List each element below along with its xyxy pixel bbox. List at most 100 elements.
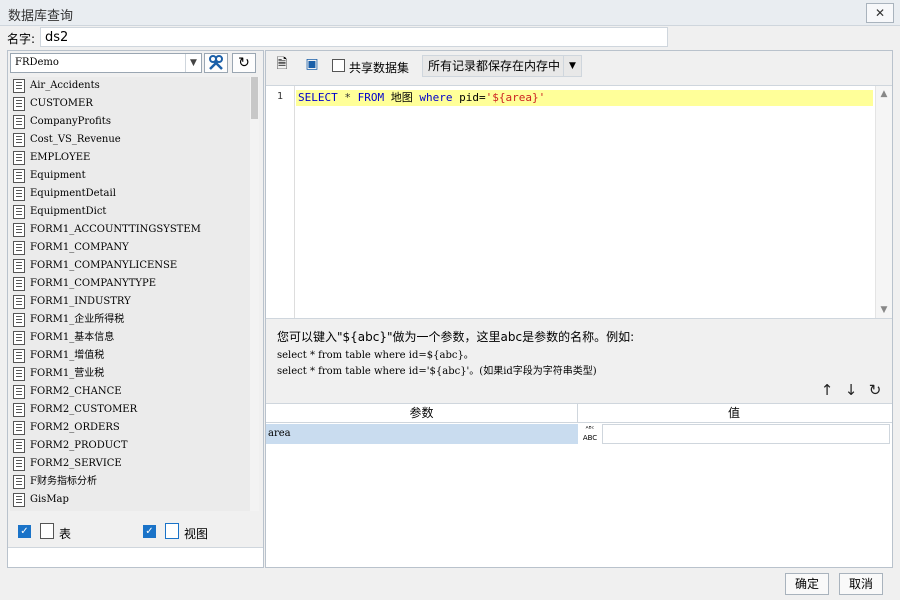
table-list-item[interactable]: FORM2_CHANCE bbox=[10, 383, 259, 401]
table-icon bbox=[13, 457, 25, 471]
record-mode-value: 所有记录都保存在内存中 bbox=[428, 59, 561, 73]
table-name: FORM1_基本信息 bbox=[30, 332, 115, 343]
table-name: CUSTOMER bbox=[30, 98, 93, 109]
edit-button[interactable]: ▣ bbox=[300, 55, 324, 75]
table-list-item[interactable]: CompanyProfits bbox=[10, 113, 259, 131]
preview-icon: 🗎 bbox=[276, 56, 288, 72]
table-list-item[interactable]: Air_Accidents bbox=[10, 77, 259, 95]
sql-editor[interactable]: 1 SELECT * FROM 地图 where pid='${area}' ▲… bbox=[266, 85, 892, 319]
preview-button[interactable]: 🗎 bbox=[270, 55, 294, 75]
share-dataset-checkbox[interactable] bbox=[332, 59, 345, 72]
close-button[interactable]: ✕ bbox=[866, 3, 894, 23]
tools-icon bbox=[209, 55, 223, 70]
table-icon bbox=[13, 403, 25, 417]
table-list-item[interactable]: FORM2_CUSTOMER bbox=[10, 401, 259, 419]
table-list-item[interactable]: FORM2_SERVICE bbox=[10, 455, 259, 473]
table-icon bbox=[13, 97, 25, 111]
table-icon bbox=[13, 259, 25, 273]
sql-string: '${area}' bbox=[485, 91, 546, 104]
table-name: EMPLOYEE bbox=[30, 152, 91, 163]
table-name: FORM1_INDUSTRY bbox=[30, 296, 131, 307]
sql-keyword-where: where bbox=[419, 91, 453, 104]
param-value-input[interactable] bbox=[602, 424, 890, 444]
table-icon bbox=[13, 493, 25, 507]
title-bar: 数据库查询 ✕ bbox=[0, 0, 900, 26]
table-icon bbox=[13, 187, 25, 201]
table-list-item[interactable]: Equipment bbox=[10, 167, 259, 185]
string-type-icon[interactable]: ᴬᴮᶜ ABC bbox=[579, 424, 601, 444]
table-list-item[interactable]: FORM1_增值税 bbox=[10, 347, 259, 365]
connection-select[interactable]: FRDemo ▼ bbox=[10, 53, 202, 73]
table-name: FORM2_ORDERS bbox=[30, 422, 120, 433]
window-title: 数据库查询 bbox=[8, 9, 74, 24]
table-name: FORM1_增值税 bbox=[30, 350, 105, 361]
scrollbar-thumb[interactable] bbox=[251, 77, 258, 119]
table-icon bbox=[13, 169, 25, 183]
table-icon bbox=[13, 475, 25, 489]
chevron-down-icon: ▼ bbox=[563, 56, 581, 76]
table-icon bbox=[13, 241, 25, 255]
scroll-up-icon[interactable]: ▲ bbox=[876, 86, 892, 102]
move-up-icon[interactable]: ↑ bbox=[818, 381, 836, 399]
line-number-gutter: 1 bbox=[266, 86, 295, 318]
table-list-item[interactable]: FORM1_企业所得税 bbox=[10, 311, 259, 329]
table-list-item[interactable]: FORM1_ACCOUNTTINGSYSTEM bbox=[10, 221, 259, 239]
table-icon bbox=[13, 151, 25, 165]
table-list-item[interactable]: GisMap bbox=[10, 491, 259, 509]
table-filter-checkbox[interactable]: ✓ bbox=[18, 525, 31, 538]
table-icon bbox=[13, 331, 25, 345]
table-list-item[interactable]: FORM1_基本信息 bbox=[10, 329, 259, 347]
table-name: FORM2_CUSTOMER bbox=[30, 404, 138, 415]
table-name: FORM1_COMPANYTYPE bbox=[30, 278, 157, 289]
refresh-tables-button[interactable]: ↻ bbox=[232, 53, 256, 73]
table-icon bbox=[13, 421, 25, 435]
table-name: FORM1_营业税 bbox=[30, 368, 105, 379]
ok-button[interactable]: 确定 bbox=[785, 573, 829, 595]
table-icon bbox=[13, 313, 25, 327]
move-down-icon[interactable]: ↓ bbox=[842, 381, 860, 399]
table-list-item[interactable]: F财务指标分析 bbox=[10, 473, 259, 491]
cancel-button[interactable]: 取消 bbox=[839, 573, 883, 595]
editor-scrollbar[interactable]: ▲ ▼ bbox=[875, 86, 892, 318]
table-name: Equipment bbox=[30, 170, 86, 181]
table-list-item[interactable]: EquipmentDetail bbox=[10, 185, 259, 203]
table-list-item[interactable]: FORM2_ORDERS bbox=[10, 419, 259, 437]
record-mode-select[interactable]: 所有记录都保存在内存中 ▼ bbox=[422, 55, 582, 77]
table-name: FORM1_COMPANY bbox=[30, 242, 129, 253]
table-list-item[interactable]: FORM1_COMPANYLICENSE bbox=[10, 257, 259, 275]
query-panel: 🗎 ▣ 共享数据集 所有记录都保存在内存中 ▼ 1 SELECT * FROM … bbox=[265, 50, 893, 568]
table-search-field[interactable] bbox=[8, 547, 263, 567]
name-label: 名字: bbox=[7, 32, 36, 46]
view-filter-checkbox[interactable]: ✓ bbox=[143, 525, 156, 538]
type-filter-row: ✓ 表 ✓ 视图 bbox=[16, 523, 256, 541]
sql-keyword-from: FROM bbox=[357, 91, 385, 104]
table-list-item[interactable]: FORM1_COMPANY bbox=[10, 239, 259, 257]
param-row[interactable]: area ᴬᴮᶜ ABC bbox=[266, 424, 892, 444]
refresh-params-icon[interactable]: ↻ bbox=[866, 381, 884, 399]
param-header-value: 值 bbox=[727, 406, 740, 420]
table-list-item[interactable]: FORM1_营业税 bbox=[10, 365, 259, 383]
param-header-name: 参数 bbox=[266, 404, 578, 422]
table-list-item[interactable]: FORM1_COMPANYTYPE bbox=[10, 275, 259, 293]
table-name: FORM2_SERVICE bbox=[30, 458, 122, 469]
table-icon bbox=[13, 349, 25, 363]
table-list-item[interactable]: EMPLOYEE bbox=[10, 149, 259, 167]
view-icon bbox=[165, 523, 179, 539]
table-icon bbox=[13, 79, 25, 93]
table-icon bbox=[13, 223, 25, 237]
table-list-item[interactable]: Cost_VS_Revenue bbox=[10, 131, 259, 149]
connection-settings-button[interactable] bbox=[204, 53, 228, 73]
table-name: GisMap bbox=[30, 494, 69, 505]
table-list-item[interactable]: FORM1_INDUSTRY bbox=[10, 293, 259, 311]
table-name: FORM1_企业所得税 bbox=[30, 314, 125, 325]
table-list-scrollbar[interactable] bbox=[250, 77, 259, 511]
sql-line: SELECT * FROM 地图 where pid='${area}' bbox=[296, 90, 873, 106]
table-list-item[interactable]: FORM2_PRODUCT bbox=[10, 437, 259, 455]
table-list-item[interactable]: EquipmentDict bbox=[10, 203, 259, 221]
name-input[interactable] bbox=[40, 27, 668, 47]
line-number: 1 bbox=[276, 91, 284, 102]
sql-keyword-select: SELECT bbox=[298, 91, 338, 104]
scroll-down-icon[interactable]: ▼ bbox=[876, 302, 892, 318]
table-list-item[interactable]: CUSTOMER bbox=[10, 95, 259, 113]
view-filter-label: 视图 bbox=[184, 527, 209, 541]
